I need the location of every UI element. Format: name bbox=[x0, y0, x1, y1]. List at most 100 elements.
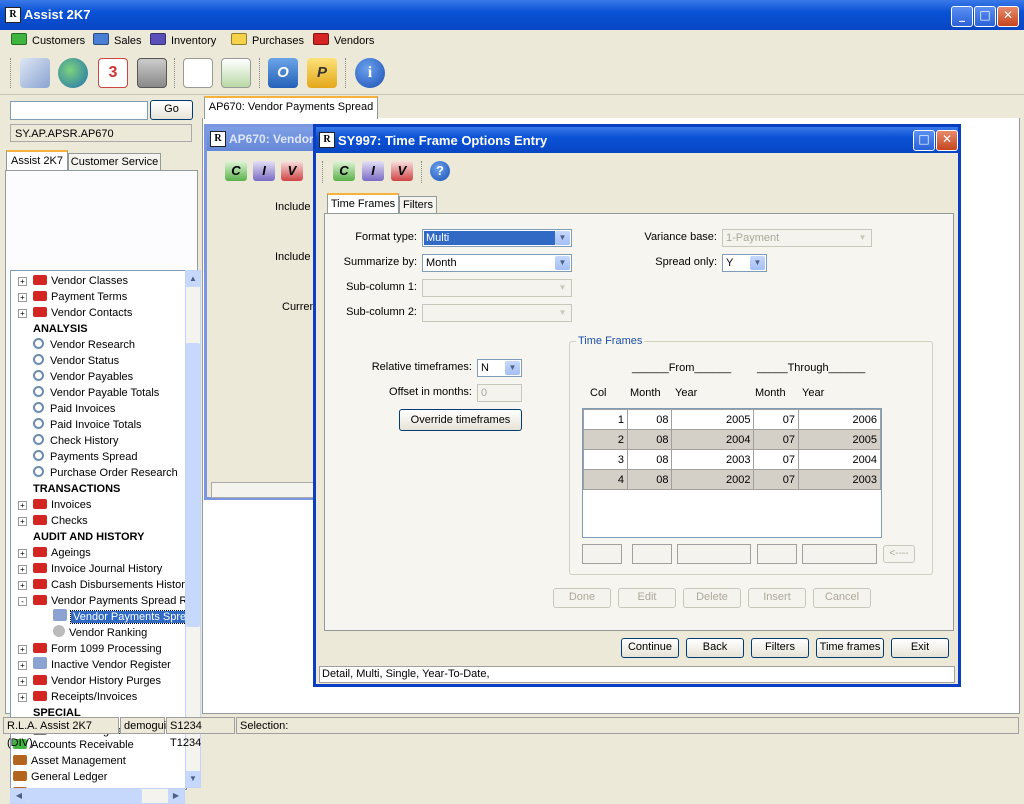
tree-item[interactable]: Paid Invoices bbox=[33, 401, 115, 417]
table-row[interactable]: 4 08 2002 07 2003 bbox=[583, 469, 882, 490]
hscroll-thumb[interactable] bbox=[27, 789, 142, 803]
expand-icon[interactable]: + bbox=[18, 693, 27, 702]
done-button[interactable]: Done bbox=[553, 588, 611, 608]
relative-timeframes-select[interactable]: N ▼ bbox=[477, 359, 522, 377]
continue-button[interactable]: Continue bbox=[621, 638, 679, 658]
dialog-maximize-button[interactable]: □ bbox=[913, 130, 935, 151]
override-timeframes-button[interactable]: Override timeframes bbox=[399, 409, 522, 431]
from-year-entry-field[interactable] bbox=[677, 544, 751, 564]
delete-button[interactable]: Delete bbox=[683, 588, 741, 608]
v-icon[interactable]: V bbox=[281, 161, 303, 181]
tree-item[interactable]: + Invoices bbox=[18, 497, 91, 513]
collapse-icon[interactable]: - bbox=[18, 597, 27, 606]
expand-icon[interactable]: + bbox=[18, 501, 27, 510]
exit-button[interactable]: Exit bbox=[891, 638, 949, 658]
tree-item[interactable]: Paid Invoice Totals bbox=[33, 417, 142, 433]
edit-button[interactable]: Edit bbox=[618, 588, 676, 608]
help-icon[interactable]: ? bbox=[430, 161, 450, 181]
variance-base-select[interactable]: 1-Payment ▼ bbox=[722, 229, 872, 247]
col-entry-field[interactable] bbox=[582, 544, 622, 564]
dialog-close-button[interactable]: ✕ bbox=[936, 130, 958, 151]
go-button[interactable]: Go bbox=[150, 100, 193, 120]
expand-icon[interactable]: + bbox=[18, 277, 27, 286]
tree-item[interactable]: + Vendor Contacts bbox=[18, 305, 132, 321]
tree-item[interactable]: + Vendor History Purges bbox=[18, 673, 161, 689]
table-row[interactable]: 3 08 2003 07 2004 bbox=[583, 449, 882, 470]
time-frames-button[interactable]: Time frames bbox=[816, 638, 884, 658]
menu-inventory[interactable]: Inventory bbox=[150, 33, 216, 47]
globe-icon[interactable] bbox=[58, 58, 88, 88]
info-icon[interactable]: i bbox=[355, 58, 385, 88]
offset-months-input[interactable]: 0 bbox=[477, 384, 522, 402]
search-input[interactable] bbox=[10, 101, 148, 120]
i-icon[interactable]: I bbox=[253, 161, 275, 181]
tree-vertical-scrollbar[interactable]: ▲ ▼ bbox=[185, 270, 201, 788]
tree-item[interactable]: Vendor Payments Spread bbox=[53, 609, 186, 625]
tree-item[interactable]: + Ageings bbox=[18, 545, 91, 561]
scroll-thumb[interactable] bbox=[186, 343, 200, 627]
tab-customer-service[interactable]: Customer Service bbox=[68, 153, 161, 171]
filters-button[interactable]: Filters bbox=[751, 638, 809, 658]
sub-column-2-select[interactable]: ▼ bbox=[422, 304, 572, 322]
i-icon[interactable]: I bbox=[362, 161, 384, 181]
scroll-right-icon[interactable]: ▶ bbox=[168, 789, 184, 803]
c-icon[interactable]: C bbox=[333, 161, 355, 181]
insert-button[interactable]: Insert bbox=[748, 588, 806, 608]
ap670-scrollbar[interactable] bbox=[211, 482, 323, 498]
tree-item[interactable]: - Vendor Payments Spread Reports bbox=[18, 593, 186, 609]
back-button[interactable]: Back bbox=[686, 638, 744, 658]
tree-item[interactable]: + Inactive Vendor Register bbox=[18, 657, 171, 673]
menu-vendors[interactable]: Vendors bbox=[313, 33, 374, 47]
scroll-up-icon[interactable]: ▲ bbox=[186, 271, 200, 287]
tree-item[interactable]: + Receipts/Invoices bbox=[18, 689, 137, 705]
tree-item[interactable]: Vendor Ranking bbox=[53, 625, 147, 641]
expand-icon[interactable]: + bbox=[18, 549, 27, 558]
tree-item[interactable]: Purchase Order Research bbox=[33, 465, 178, 481]
tab-ap670[interactable]: AP670: Vendor Payments Spread bbox=[204, 96, 378, 119]
expand-icon[interactable]: + bbox=[18, 645, 27, 654]
c-icon[interactable]: C bbox=[225, 161, 247, 181]
tree-item[interactable]: + Vendor Classes bbox=[18, 273, 128, 289]
publisher-icon[interactable]: P bbox=[307, 58, 337, 88]
tab-time-frames[interactable]: Time Frames bbox=[327, 193, 399, 215]
menu-purchases[interactable]: Purchases bbox=[231, 33, 304, 47]
sub-column-1-select[interactable]: ▼ bbox=[422, 279, 572, 297]
tree-item[interactable]: Check History bbox=[33, 433, 118, 449]
tree-item[interactable]: Vendor Payable Totals bbox=[33, 385, 159, 401]
summarize-by-select[interactable]: Month ▼ bbox=[422, 254, 572, 272]
mail-icon[interactable] bbox=[20, 58, 50, 88]
menu-sales[interactable]: Sales bbox=[93, 33, 142, 47]
expand-icon[interactable]: + bbox=[18, 661, 27, 670]
format-type-select[interactable]: Multi ▼ bbox=[422, 229, 572, 247]
through-month-entry-field[interactable] bbox=[757, 544, 797, 564]
tab-filters[interactable]: Filters bbox=[399, 196, 437, 214]
insert-arrow-button[interactable]: <---- bbox=[883, 545, 915, 563]
tree-item[interactable]: Vendor Payables bbox=[33, 369, 133, 385]
from-month-entry-field[interactable] bbox=[632, 544, 672, 564]
expand-icon[interactable]: + bbox=[18, 309, 27, 318]
scroll-left-icon[interactable]: ◀ bbox=[11, 789, 27, 803]
v-icon[interactable]: V bbox=[391, 161, 413, 181]
menu-customers[interactable]: Customers bbox=[11, 33, 85, 47]
tree-item[interactable]: Payments Spread bbox=[33, 449, 137, 465]
cancel-button[interactable]: Cancel bbox=[813, 588, 871, 608]
expand-icon[interactable]: + bbox=[18, 677, 27, 686]
tree-item[interactable]: + Payment Terms bbox=[18, 289, 127, 305]
table-row[interactable]: 1 08 2005 07 2006 bbox=[583, 409, 882, 430]
tab-assist-2k7[interactable]: Assist 2K7 bbox=[6, 150, 68, 172]
tree-item[interactable]: Vendor Research bbox=[33, 337, 135, 353]
scroll-down-icon[interactable]: ▼ bbox=[186, 771, 200, 787]
expand-icon[interactable]: + bbox=[18, 565, 27, 574]
spread-only-select[interactable]: Y ▼ bbox=[722, 254, 767, 272]
through-year-entry-field[interactable] bbox=[802, 544, 877, 564]
minimize-button[interactable]: _ bbox=[951, 6, 973, 27]
report-icon[interactable] bbox=[221, 58, 251, 88]
maximize-button[interactable]: □ bbox=[974, 6, 996, 27]
notes-icon[interactable] bbox=[183, 58, 213, 88]
tree-item[interactable]: Vendor Status bbox=[33, 353, 119, 369]
tree-item[interactable]: General Ledger bbox=[13, 769, 107, 785]
expand-icon[interactable]: + bbox=[18, 293, 27, 302]
tree-horizontal-scrollbar[interactable]: ◀ ▶ bbox=[10, 788, 185, 804]
calendar-icon[interactable]: 3 bbox=[98, 58, 128, 88]
calculator-icon[interactable] bbox=[137, 58, 167, 88]
